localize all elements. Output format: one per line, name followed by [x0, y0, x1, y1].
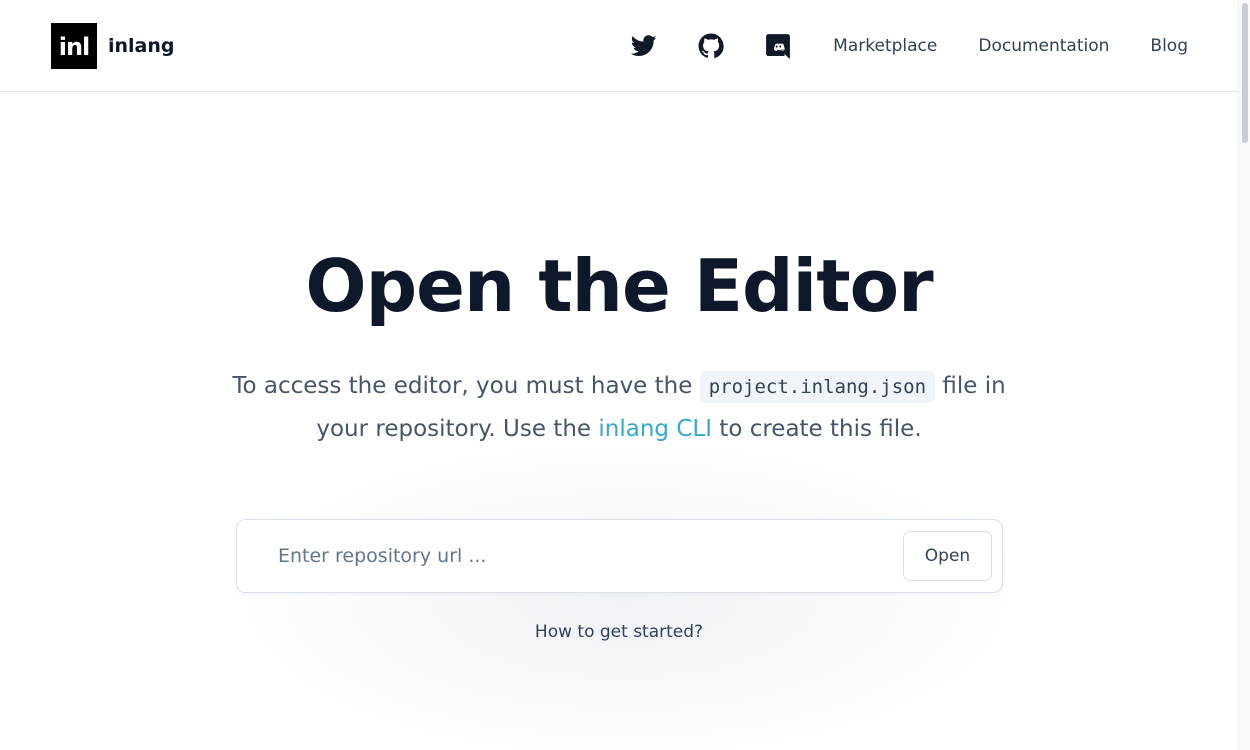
discord-icon[interactable] [765, 33, 791, 59]
page-title: Open the Editor [305, 244, 933, 328]
scrollbar[interactable] [1238, 0, 1250, 750]
brand-name: inlang [108, 35, 175, 57]
config-filename: project.inlang.json [699, 371, 936, 403]
header: inl inlang Marketplace Documentation Blo… [0, 0, 1238, 92]
open-button[interactable]: Open [903, 531, 992, 581]
inlang-cli-link[interactable]: inlang CLI [598, 416, 712, 442]
repository-url-input[interactable] [255, 532, 895, 580]
nav-link-blog[interactable]: Blog [1150, 36, 1188, 56]
subtitle-text-3: to create this file. [719, 416, 922, 442]
logo-link[interactable]: inl inlang [51, 23, 175, 69]
subtitle-text-1: To access the editor, you must have the [232, 373, 693, 399]
help-section: How to get started? [0, 622, 1238, 642]
page: inl inlang Marketplace Documentation Blo… [0, 0, 1250, 750]
scrollbar-thumb[interactable] [1242, 3, 1248, 143]
nav-link-marketplace[interactable]: Marketplace [833, 36, 937, 56]
page-subtitle: To access the editor, you must have the … [219, 365, 1019, 450]
how-to-get-started-link[interactable]: How to get started? [535, 622, 703, 642]
repository-search-box: Open [236, 519, 1003, 593]
logo-mark: inl [51, 23, 97, 69]
github-icon[interactable] [698, 33, 724, 59]
nav-link-documentation[interactable]: Documentation [978, 36, 1109, 56]
twitter-icon[interactable] [631, 33, 657, 59]
top-nav: Marketplace Documentation Blog [631, 0, 1188, 92]
